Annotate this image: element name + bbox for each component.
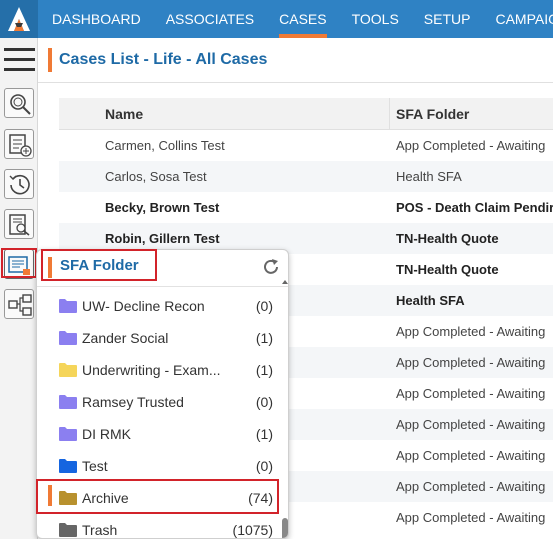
column-header-name[interactable]: Name [105, 106, 143, 122]
folder-label: UW- Decline Recon [82, 298, 205, 314]
cell-sfa-folder: App Completed - Awaiting [396, 355, 546, 370]
cell-name: Carlos, Sosa Test [105, 169, 207, 184]
folder-icon [59, 395, 77, 409]
sfa-icon-highlight [1, 248, 37, 278]
add-case-icon[interactable] [4, 129, 34, 159]
left-icon-rail [0, 38, 38, 539]
popup-title-highlight [41, 249, 157, 281]
cell-sfa-folder: App Completed - Awaiting [396, 510, 546, 525]
workflow-icon[interactable] [4, 289, 34, 319]
cell-sfa-folder: Health SFA [396, 169, 462, 184]
cell-sfa-folder: App Completed - Awaiting [396, 448, 546, 463]
folder-label: Zander Social [82, 330, 169, 346]
cell-sfa-folder: TN-Health Quote [396, 262, 499, 277]
folder-count: (1) [255, 362, 273, 378]
title-divider [38, 82, 553, 83]
nav-cases[interactable]: CASES [279, 0, 328, 38]
folder-count: (1) [255, 426, 273, 442]
search-case-icon[interactable] [4, 88, 34, 118]
folder-icon [59, 459, 77, 473]
folder-label: Test [82, 458, 108, 474]
cell-sfa-folder: App Completed - Awaiting [396, 138, 546, 153]
cell-sfa-folder: App Completed - Awaiting [396, 324, 546, 339]
app-logo-icon[interactable] [0, 0, 38, 38]
main-nav: DASHBOARD ASSOCIATES CASES TOOLS SETUP C… [52, 0, 553, 38]
popup-scrollbar[interactable] [281, 280, 288, 538]
folder-item[interactable]: Zander Social (1) [37, 322, 281, 354]
folder-icon [59, 427, 77, 441]
hamburger-icon[interactable] [4, 48, 35, 72]
folder-count: (0) [255, 458, 273, 474]
nav-setup[interactable]: SETUP [424, 0, 471, 38]
cell-sfa-folder: App Completed - Awaiting [396, 386, 546, 401]
page-title: Cases List - Life - All Cases [59, 51, 268, 68]
folder-label: DI RMK [82, 426, 131, 442]
nav-campaign[interactable]: CAMPAIGN [495, 0, 553, 38]
nav-dashboard[interactable]: DASHBOARD [52, 0, 141, 38]
cell-sfa-folder: POS - Death Claim Pendir [396, 200, 553, 215]
cell-name: Robin, Gillern Test [105, 231, 220, 246]
folder-item[interactable]: Test (0) [37, 450, 281, 482]
table-row[interactable]: Carmen, Collins Test App Completed - Awai… [59, 130, 553, 161]
cell-name: Carmen, Collins Test [105, 138, 225, 153]
history-icon[interactable] [4, 169, 34, 199]
folder-count: (0) [255, 394, 273, 410]
folder-item[interactable]: DI RMK (1) [37, 418, 281, 450]
folder-item[interactable]: Underwriting - Exam... (1) [37, 354, 281, 386]
folder-icon [59, 363, 77, 377]
title-accent-bar [48, 48, 52, 72]
folder-count: (1) [255, 330, 273, 346]
cell-sfa-folder: App Completed - Awaiting [396, 417, 546, 432]
folder-label: Trash [82, 522, 118, 538]
popup-divider [37, 286, 288, 287]
archive-highlight [36, 479, 279, 514]
cell-name: Becky, Brown Test [105, 200, 220, 215]
folder-label: Ramsey Trusted [82, 394, 184, 410]
folder-count: (1075) [232, 522, 273, 538]
folder-item[interactable]: Trash (1075) [37, 514, 281, 538]
cell-sfa-folder: App Completed - Awaiting [396, 479, 546, 494]
folder-icon [59, 523, 77, 537]
cell-sfa-folder: TN-Health Quote [396, 231, 499, 246]
top-navigation-bar: DASHBOARD ASSOCIATES CASES TOOLS SETUP C… [0, 0, 553, 38]
table-header: Name SFA Folder [59, 98, 553, 130]
column-header-sfa-folder[interactable]: SFA Folder [396, 106, 469, 122]
folder-item[interactable]: Ramsey Trusted (0) [37, 386, 281, 418]
column-divider [389, 98, 390, 130]
refresh-icon[interactable] [261, 257, 281, 282]
document-search-icon[interactable] [4, 209, 34, 239]
scroll-thumb[interactable] [282, 518, 288, 538]
folder-count: (0) [255, 298, 273, 314]
folder-item[interactable]: UW- Decline Recon (0) [37, 290, 281, 322]
nav-tools[interactable]: TOOLS [352, 0, 399, 38]
folder-icon [59, 299, 77, 313]
archive-selected-bar [48, 485, 52, 506]
cell-sfa-folder: Health SFA [396, 293, 465, 308]
table-row[interactable]: Carlos, Sosa Test Health SFA [59, 161, 553, 192]
folder-icon [59, 331, 77, 345]
table-row[interactable]: Becky, Brown Test POS - Death Claim Pendi… [59, 192, 553, 223]
nav-associates[interactable]: ASSOCIATES [166, 0, 254, 38]
folder-label: Underwriting - Exam... [82, 362, 221, 378]
scroll-up-arrow-icon[interactable] [282, 280, 288, 284]
